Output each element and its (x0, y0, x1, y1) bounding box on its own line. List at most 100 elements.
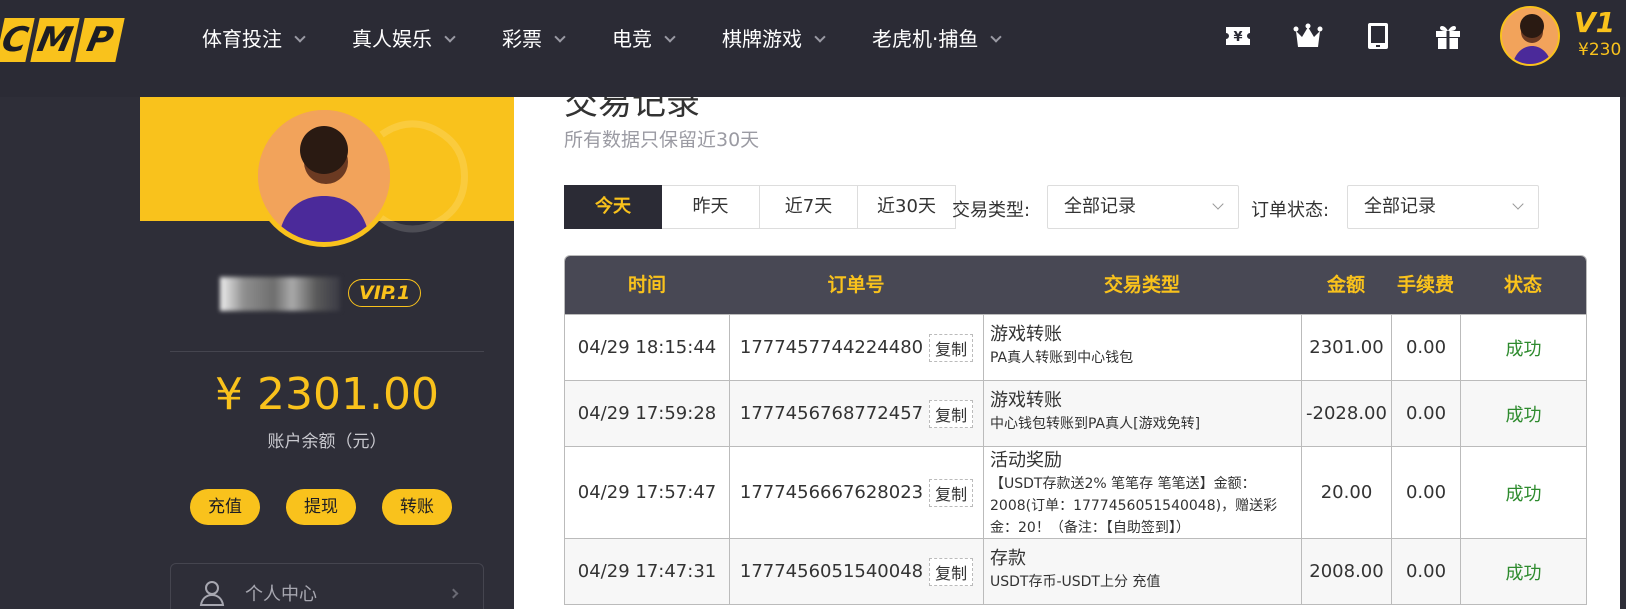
tab-last-7-days[interactable]: 近7天 (760, 185, 858, 229)
type-detail: PA真人转账到中心钱包 (990, 350, 1134, 366)
copy-button[interactable]: 复制 (929, 399, 974, 428)
type-title: 游戏转账 (990, 324, 1062, 345)
column-header: 状态 (1503, 274, 1542, 296)
nav-sports[interactable]: 体育投注 (202, 22, 306, 56)
cell-time: 04/29 17:47:31 (577, 561, 717, 582)
column-header: 手续费 (1396, 274, 1454, 296)
filter-type-label: 交易类型: (952, 200, 1031, 221)
nav-label: 电竞 (612, 27, 652, 51)
cell-order: 1777456768772457 复制 (729, 381, 983, 446)
gift-icon[interactable] (1432, 20, 1464, 52)
cell-status: 成功 (1460, 381, 1586, 446)
nav-live-casino[interactable]: 真人娱乐 (352, 22, 456, 56)
chevron-down-icon (554, 30, 566, 43)
cell-amount: -2028.00 (1301, 381, 1391, 446)
nav-label: 真人娱乐 (352, 27, 432, 51)
cell-type: 存款 USDT存币-USDT上分 充值 (983, 539, 1301, 604)
cell-time: 04/29 17:57:47 (577, 482, 717, 503)
voucher-icon[interactable]: ¥ (1222, 20, 1254, 52)
nav-esports[interactable]: 电竞 (612, 22, 676, 56)
table-row: 04/29 18:15:44 1777457744224480 复制 游戏转账 PA… (565, 314, 1586, 380)
top-navbar: C M P 体育投注 真人娱乐 彩票 电竞 棋牌游戏 老虎机·捕鱼 ¥ V1 ¥… (0, 0, 1626, 97)
page-title: 交易记录 (564, 97, 700, 123)
column-header: 交易类型 (1103, 274, 1180, 296)
cell-amount: 2008.00 (1301, 539, 1391, 604)
cell-status: 成功 (1460, 315, 1586, 380)
cell-order: 1777456051540048 复制 (729, 539, 983, 604)
order-number: 1777456768772457 (739, 403, 924, 424)
user-icon (199, 581, 225, 606)
chevron-down-icon (444, 30, 456, 43)
main-nav: 体育投注 真人娱乐 彩票 电竞 棋牌游戏 老虎机·捕鱼 (202, 22, 1048, 56)
copy-button[interactable]: 复制 (929, 333, 974, 362)
order-number: 1777456667628023 (739, 482, 924, 503)
logo-letter: P (75, 18, 125, 62)
vip-level: V1 (1574, 6, 1616, 39)
wallet-actions: 充值 提现 转账 (190, 489, 452, 525)
transaction-type-select[interactable]: 全部记录 (1047, 185, 1239, 229)
nav-label: 棋牌游戏 (722, 27, 802, 51)
tab-today[interactable]: 今天 (564, 185, 662, 229)
type-title: 存款 (990, 548, 1026, 569)
username-masked (220, 277, 340, 311)
nav-label: 老虎机·捕鱼 (872, 27, 979, 51)
cell-amount: 2301.00 (1301, 315, 1391, 380)
cell-time: 04/29 18:15:44 (577, 337, 717, 358)
account-balance-label: 账户余额（元） (267, 432, 387, 452)
chevron-down-icon (664, 30, 676, 43)
cell-type: 游戏转账 PA真人转账到中心钱包 (983, 315, 1301, 380)
type-detail: 中心钱包转账到PA真人[游戏免转] (990, 416, 1201, 432)
select-value: 全部记录 (1364, 196, 1436, 217)
order-number: 1777457744224480 (739, 337, 924, 358)
user-avatar[interactable] (1500, 6, 1560, 66)
nav-card-games[interactable]: 棋牌游戏 (722, 22, 826, 56)
chevron-down-icon (990, 30, 1003, 43)
chevron-down-icon (814, 30, 826, 43)
tab-last-30-days[interactable]: 近30天 (858, 185, 956, 229)
cell-fee: 0.00 (1391, 315, 1460, 380)
cell-status: 成功 (1460, 539, 1586, 604)
cell-fee: 0.00 (1391, 447, 1460, 538)
chevron-down-icon (1512, 198, 1524, 210)
column-header: 时间 (627, 274, 666, 296)
logo-letter: M (30, 18, 80, 62)
svg-text:¥: ¥ (1233, 30, 1242, 45)
nav-lottery[interactable]: 彩票 (502, 22, 566, 56)
withdraw-button[interactable]: 提现 (286, 489, 356, 525)
cell-amount: 20.00 (1301, 447, 1391, 538)
type-title: 活动奖励 (990, 450, 1062, 471)
account-sidebar: ◯ VIP.1 ¥ 2301.00 账户余额（元） 充值 提现 转账 个人中心 (140, 97, 514, 609)
tablet-icon[interactable] (1362, 20, 1394, 52)
crown-icon[interactable] (1292, 20, 1324, 52)
tab-yesterday[interactable]: 昨天 (662, 185, 760, 229)
cell-order: 1777457744224480 复制 (729, 315, 983, 380)
logo-letter: C (0, 18, 35, 62)
table-row: 04/29 17:59:28 1777456768772457 复制 游戏转账中心… (565, 380, 1586, 446)
transaction-panel: 交易记录 所有数据只保留近30天 今天 昨天 近7天 近30天 交易类型: 全部… (514, 97, 1620, 609)
type-detail: USDT存币-USDT上分 充值 (990, 574, 1161, 590)
column-header: 金额 (1326, 274, 1365, 296)
copy-button[interactable]: 复制 (929, 478, 974, 507)
cell-status: 成功 (1460, 447, 1586, 538)
nav-label: 体育投注 (202, 27, 282, 51)
deposit-button[interactable]: 充值 (190, 489, 260, 525)
chevron-down-icon (294, 30, 306, 43)
select-value: 全部记录 (1064, 196, 1136, 217)
order-status-select[interactable]: 全部记录 (1347, 185, 1539, 229)
cell-time: 04/29 17:59:28 (577, 403, 717, 424)
site-logo[interactable]: C M P (0, 18, 125, 62)
type-detail: 【USDT存款送2% 笔笔存 笔笔送】金额：2008(订单：1777456051… (990, 476, 1278, 536)
transfer-button[interactable]: 转账 (382, 489, 452, 525)
menu-personal-center[interactable]: 个人中心 (170, 563, 484, 609)
cell-type: 活动奖励【USDT存款送2% 笔笔存 笔笔送】金额：2008(订单：177745… (983, 447, 1301, 538)
chevron-down-icon (1212, 198, 1224, 210)
account-balance: ¥ 2301.00 (215, 369, 439, 420)
type-title: 游戏转账 (990, 390, 1062, 411)
table-header: 时间 订单号 交易类型 金额 手续费 状态 (565, 256, 1586, 314)
order-number: 1777456051540048 (739, 561, 924, 582)
copy-button[interactable]: 复制 (929, 557, 974, 586)
nav-slots-fishing[interactable]: 老虎机·捕鱼 (872, 22, 1003, 56)
vip-badge: VIP.1 (348, 279, 422, 307)
column-header: 订单号 (827, 274, 885, 296)
cell-type: 游戏转账中心钱包转账到PA真人[游戏免转] (983, 381, 1301, 446)
